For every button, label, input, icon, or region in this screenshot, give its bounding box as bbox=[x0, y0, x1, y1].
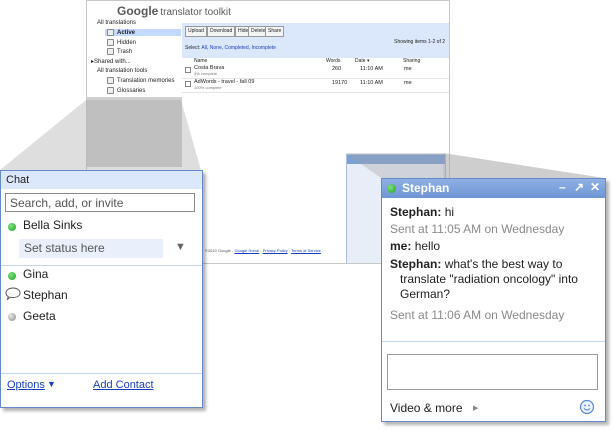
video-more-button[interactable]: Video & more bbox=[390, 401, 463, 415]
message-input[interactable] bbox=[387, 354, 598, 390]
self-name: Bella Sinks bbox=[23, 218, 83, 232]
chat-message: Stephan: hi bbox=[390, 205, 590, 220]
online-status-icon bbox=[8, 272, 16, 280]
chat-bubble-icon bbox=[5, 287, 21, 300]
chat-message: me: hello bbox=[390, 239, 590, 254]
video-more-arrow-icon[interactable]: ▶ bbox=[473, 404, 478, 412]
close-icon[interactable]: ✕ bbox=[590, 180, 600, 194]
offline-status-icon bbox=[8, 313, 16, 321]
chat-title: Chat bbox=[6, 174, 30, 186]
message-text-continued: translate "radiation oncology" into bbox=[400, 272, 578, 286]
online-status-icon bbox=[387, 184, 396, 193]
smiley-icon[interactable] bbox=[579, 399, 595, 415]
minimize-icon[interactable]: – bbox=[559, 180, 566, 194]
contact-geeta[interactable]: Geeta bbox=[23, 309, 56, 323]
online-status-icon[interactable] bbox=[8, 223, 16, 231]
message-sender: Stephan: bbox=[390, 205, 442, 219]
message-timestamp: Sent at 11:06 AM on Wednesday bbox=[390, 308, 565, 322]
add-contact-link[interactable]: Add Contact bbox=[93, 379, 154, 391]
status-input[interactable]: Set status here bbox=[19, 239, 163, 258]
contact-gina[interactable]: Gina bbox=[23, 267, 48, 281]
message-text: what's the best way to bbox=[444, 257, 563, 271]
status-dropdown-icon[interactable]: ▼ bbox=[175, 241, 186, 253]
chat-message: Stephan: what's the best way to translat… bbox=[390, 257, 590, 302]
chat-header: Chat bbox=[1, 171, 202, 189]
contact-stephan[interactable]: Stephan bbox=[23, 288, 68, 302]
message-timestamp: Sent at 11:05 AM on Wednesday bbox=[390, 222, 565, 236]
message-sender: Stephan: bbox=[390, 257, 442, 271]
message-text: hi bbox=[444, 205, 455, 219]
message-text: hello bbox=[414, 239, 441, 253]
search-input[interactable] bbox=[5, 193, 195, 212]
options-link[interactable]: Options bbox=[7, 379, 45, 391]
divider bbox=[382, 341, 605, 342]
chat-zoom-guide bbox=[0, 100, 201, 170]
conversation-title: Stephan bbox=[402, 181, 450, 195]
divider bbox=[1, 373, 202, 374]
conversation-header[interactable]: Stephan – ↗ ✕ bbox=[382, 179, 605, 198]
conversation-window: Stephan – ↗ ✕ Stephan: hi Sent at 11:05 … bbox=[381, 178, 606, 422]
options-dropdown-icon[interactable]: ▼ bbox=[47, 379, 56, 389]
message-sender: me: bbox=[390, 239, 412, 253]
chat-panel: Chat Bella Sinks Set status here ▼ Gina … bbox=[0, 170, 203, 408]
divider bbox=[1, 265, 202, 266]
message-text-continued: German? bbox=[400, 287, 451, 301]
popout-icon[interactable]: ↗ bbox=[574, 180, 584, 194]
